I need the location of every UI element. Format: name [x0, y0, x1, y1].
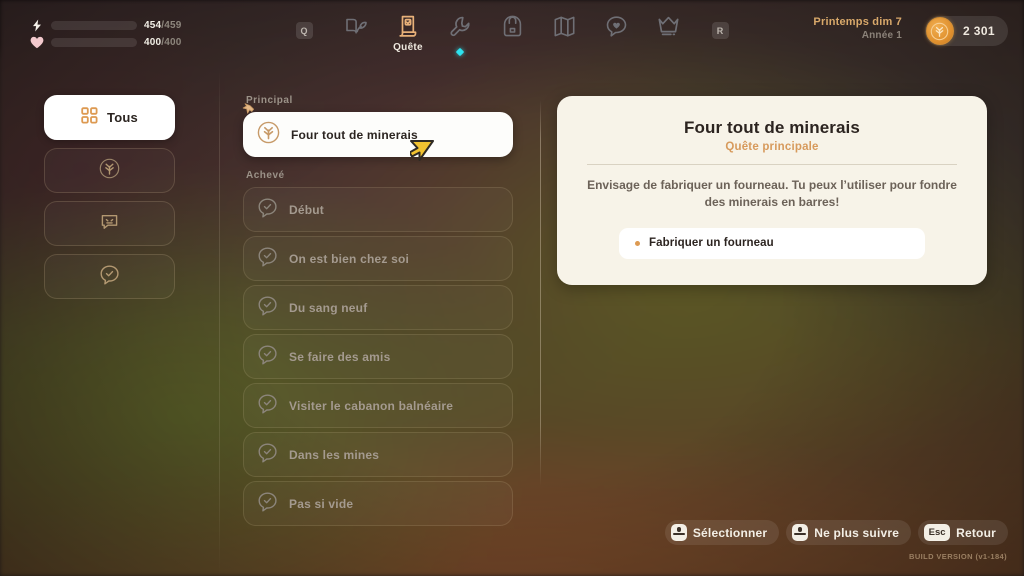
filter-all[interactable]: Tous	[44, 95, 175, 140]
dialogue-check-icon	[257, 393, 278, 419]
quest-item-name: Four tout de minerais	[291, 127, 418, 142]
hint-select-label: Sélectionner	[692, 525, 768, 540]
map-icon	[552, 14, 577, 39]
dialogue-check-icon	[257, 344, 278, 370]
nav-item-ranking[interactable]	[642, 8, 694, 56]
nav-item-journal[interactable]	[330, 8, 382, 56]
lightning-icon	[30, 19, 44, 32]
objective-bullet-icon	[635, 240, 640, 246]
main-nav: Q Quête R	[278, 8, 746, 57]
mouse-button-icon	[792, 524, 809, 541]
backpack-icon	[500, 14, 525, 39]
journal-book-icon	[344, 14, 369, 39]
quest-detail-title: Four tout de minerais	[684, 118, 860, 137]
dialogue-check-icon	[257, 246, 278, 272]
filter-all-label: Tous	[107, 110, 138, 125]
panel-divider	[540, 100, 541, 486]
quest-item-name: Début	[289, 202, 324, 217]
hint-untrack-label: Ne plus suivre	[814, 525, 900, 540]
energy-bar	[51, 20, 137, 30]
nav-item-quest-label: Quête	[393, 42, 423, 53]
crown-icon	[656, 14, 681, 39]
filter-dialogue-quests[interactable]	[44, 201, 175, 246]
quest-item-name: Se faire des amis	[289, 349, 391, 364]
energy-value: 454/459	[144, 19, 182, 31]
nav-item-quest[interactable]: Quête	[382, 8, 434, 56]
key-badge-esc: Esc	[924, 524, 951, 541]
quest-section-title-acheve: Achevé	[246, 170, 285, 181]
date-season-day: Printemps dim 7	[813, 16, 902, 28]
quest-section-title-principal: Principal	[246, 95, 293, 106]
health-stat-row: 400/400	[30, 36, 182, 48]
relationship-heart-icon	[604, 14, 629, 39]
quest-item-name: Visiter le cabanon balnéaire	[289, 398, 454, 413]
quest-item-completed-2[interactable]: Du sang neuf	[243, 285, 513, 330]
quest-objective-row[interactable]: Fabriquer un fourneau	[619, 227, 925, 259]
objective-label: Fabriquer un fourneau	[649, 237, 774, 250]
filter-completed-quests[interactable]	[44, 254, 175, 299]
grid-squares-icon	[81, 106, 98, 129]
quest-item-selected[interactable]: Four tout de minerais	[242, 103, 513, 157]
heart-icon	[30, 36, 44, 49]
currency-display: 2 301	[924, 16, 1008, 46]
mouse-button-icon	[670, 524, 687, 541]
wheat-plant-icon	[99, 158, 120, 184]
currency-value: 2 301	[962, 24, 995, 38]
quest-item-name: Du sang neuf	[289, 300, 368, 315]
quest-item-completed-4[interactable]: Visiter le cabanon balnéaire	[243, 383, 513, 428]
dialogue-check-icon	[99, 264, 120, 290]
quest-list: Principal Four tout de minerais Achevé D…	[242, 95, 513, 536]
quest-detail-panel: Four tout de minerais Quête principale E…	[557, 96, 987, 285]
date-year: Année 1	[861, 29, 902, 41]
nav-key-q[interactable]: Q	[278, 8, 330, 56]
hint-back-label: Retour	[956, 525, 996, 540]
quest-item-name: Pas si vide	[289, 496, 354, 511]
health-bar	[51, 37, 137, 47]
wheat-coin-icon	[925, 17, 954, 45]
quest-item-name: Dans les mines	[289, 447, 380, 462]
quest-scroll-icon	[396, 14, 421, 39]
dialogue-check-icon	[257, 295, 278, 321]
quest-item-completed-5[interactable]: Dans les mines	[243, 432, 513, 477]
pin-icon	[241, 101, 263, 123]
dialogue-check-icon	[257, 442, 278, 468]
energy-stat-row: 454/459	[30, 19, 182, 31]
quest-item-completed-0[interactable]: Début	[243, 187, 513, 232]
detail-divider	[587, 164, 957, 165]
nav-item-relationships[interactable]	[590, 8, 642, 56]
filter-main-quests[interactable]	[44, 148, 175, 193]
nav-item-inventory[interactable]	[486, 8, 538, 56]
sidebar-divider	[219, 70, 220, 576]
top-hud-bar: 454/459 400/400 Q Quête R Printemps dim …	[0, 0, 1024, 62]
dialogue-check-icon	[257, 491, 278, 517]
hint-back[interactable]: Esc Retour	[918, 520, 1008, 545]
health-value: 400/400	[144, 36, 182, 48]
hint-select[interactable]: Sélectionner	[664, 520, 780, 545]
quest-item-completed-3[interactable]: Se faire des amis	[243, 334, 513, 379]
quest-detail-subtitle: Quête principale	[725, 141, 819, 153]
craft-wrench-icon	[448, 14, 473, 39]
hint-untrack[interactable]: Ne plus suivre	[786, 520, 912, 545]
nav-item-craft[interactable]	[434, 8, 486, 57]
quest-item-name: On est bien chez soi	[289, 251, 410, 266]
quest-item-completed-6[interactable]: Pas si vide	[243, 481, 513, 526]
quest-item-completed-1[interactable]: On est bien chez soi	[243, 236, 513, 281]
wheat-plant-icon	[257, 121, 280, 149]
calendar-display: Printemps dim 7 Année 1	[813, 16, 902, 42]
build-version-label: BUILD VERSION (v1-184)	[909, 552, 1007, 561]
filter-sidebar: Tous	[0, 62, 219, 576]
craft-notification-badge	[455, 47, 465, 57]
dialogue-face-icon	[99, 211, 120, 237]
footer-hints: Sélectionner Ne plus suivre Esc Retour	[664, 520, 1008, 545]
quest-screen: 454/459 400/400 Q Quête R Printemps dim …	[0, 0, 1024, 576]
quest-detail-description: Envisage de fabriquer un fourneau. Tu pe…	[587, 178, 957, 210]
key-badge-q: Q	[295, 22, 313, 39]
key-badge-r: R	[711, 22, 729, 39]
nav-item-map[interactable]	[538, 8, 590, 56]
nav-key-r[interactable]: R	[694, 8, 746, 56]
player-stats: 454/459 400/400	[30, 19, 182, 48]
dialogue-check-icon	[257, 197, 278, 223]
